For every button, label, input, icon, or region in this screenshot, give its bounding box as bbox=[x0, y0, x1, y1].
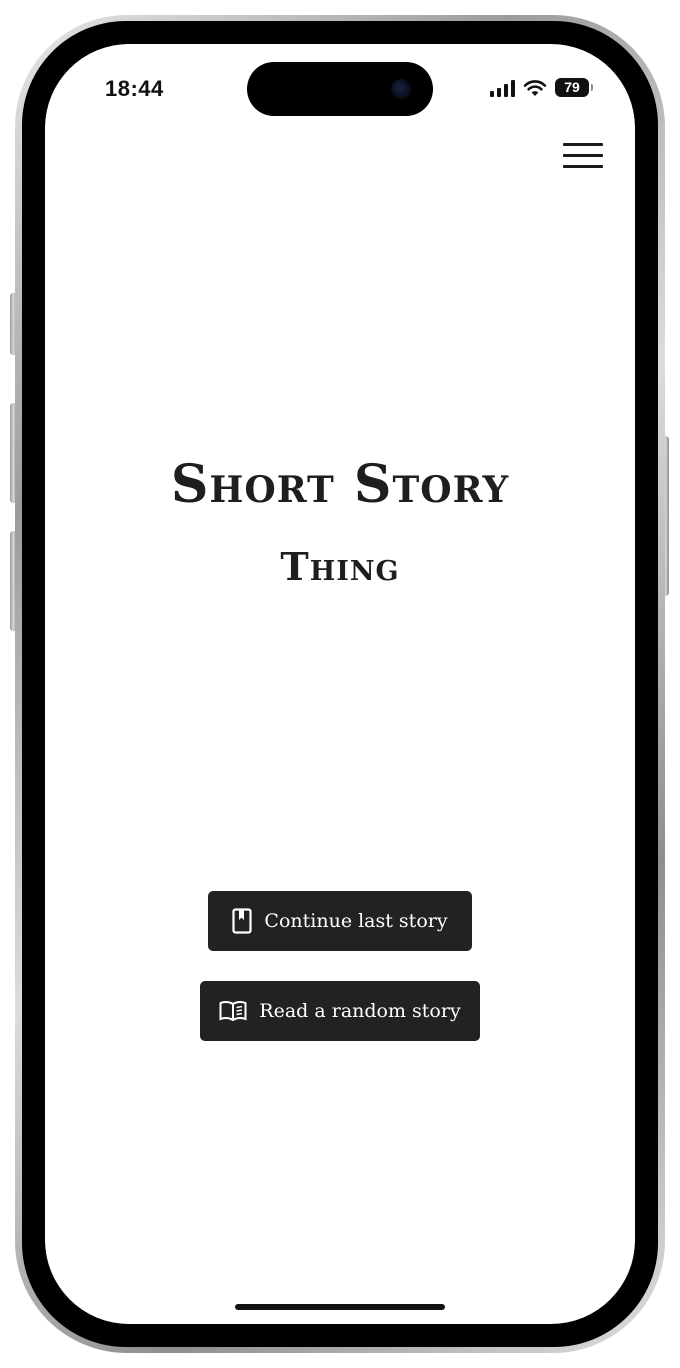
battery-icon: 79 bbox=[555, 78, 593, 97]
home-indicator[interactable] bbox=[235, 1304, 445, 1310]
app-subtitle: Thing bbox=[280, 544, 400, 589]
bookmark-icon bbox=[232, 908, 253, 934]
front-camera bbox=[391, 79, 411, 99]
screen: 18:44 79 Short Story Thing Continue last… bbox=[45, 44, 635, 1324]
app-title: Short Story bbox=[170, 454, 510, 515]
status-indicators: 79 bbox=[490, 78, 593, 97]
continue-last-story-button[interactable]: Continue last story bbox=[208, 891, 472, 951]
hamburger-menu-icon[interactable] bbox=[561, 142, 605, 172]
wifi-icon bbox=[523, 79, 547, 96]
status-time: 18:44 bbox=[105, 76, 164, 101]
read-random-story-button[interactable]: Read a random story bbox=[200, 981, 480, 1041]
battery-level: 79 bbox=[564, 79, 580, 95]
open-book-icon bbox=[219, 1000, 247, 1022]
continue-last-story-label: Continue last story bbox=[264, 910, 448, 932]
cellular-signal-icon bbox=[490, 79, 515, 97]
read-random-story-label: Read a random story bbox=[259, 1000, 461, 1022]
dynamic-island bbox=[247, 62, 433, 116]
